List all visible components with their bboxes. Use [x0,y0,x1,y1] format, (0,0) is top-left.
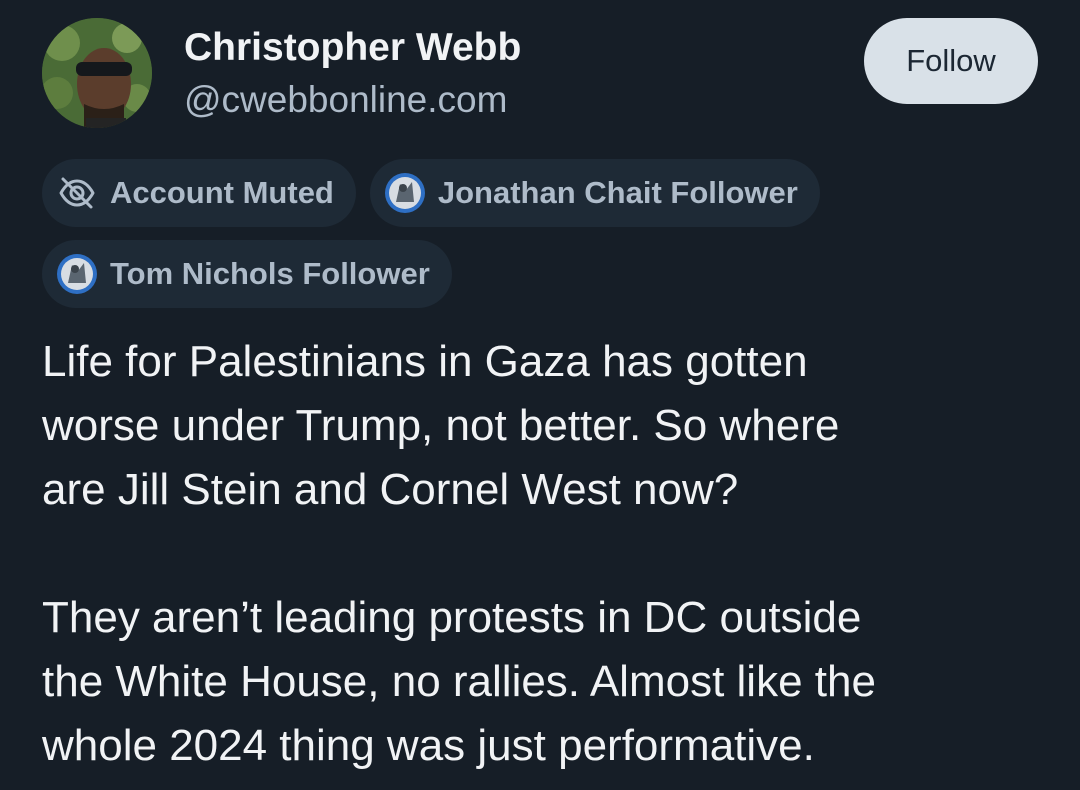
post-body: Life for Palestinians in Gaza has gotten… [42,330,1042,778]
label-text: Jonathan Chait Follower [437,175,798,210]
account-muted-label[interactable]: Account Muted [42,159,356,227]
label-text: Account Muted [110,175,334,210]
labeler-avatar-icon [56,253,98,295]
moderation-labels: Account Muted Jonathan Chait Follower To… [42,159,1038,321]
label-row: Account Muted Jonathan Chait Follower [42,159,1038,227]
follow-button[interactable]: Follow [864,18,1038,104]
post-card: Christopher Webb @cwebbonline.com Follow… [0,0,1080,790]
avatar[interactable] [42,18,152,128]
label-row: Tom Nichols Follower [42,240,1038,308]
author-identity: Christopher Webb @cwebbonline.com [184,22,521,126]
author-handle[interactable]: @cwebbonline.com [184,74,521,126]
labeler-label[interactable]: Jonathan Chait Follower [369,159,820,227]
author-display-name[interactable]: Christopher Webb [184,22,521,74]
eye-slash-icon [58,174,96,212]
labeler-avatar-icon [384,172,426,214]
label-text: Tom Nichols Follower [110,256,430,291]
labeler-label[interactable]: Tom Nichols Follower [42,240,452,308]
post-paragraph: Life for Palestinians in Gaza has gotten… [42,337,840,514]
avatar-photo-icon [42,18,152,128]
post-header: Christopher Webb @cwebbonline.com Follow [42,18,1038,130]
post-paragraph: They aren’t leading protests in DC outsi… [42,593,876,770]
